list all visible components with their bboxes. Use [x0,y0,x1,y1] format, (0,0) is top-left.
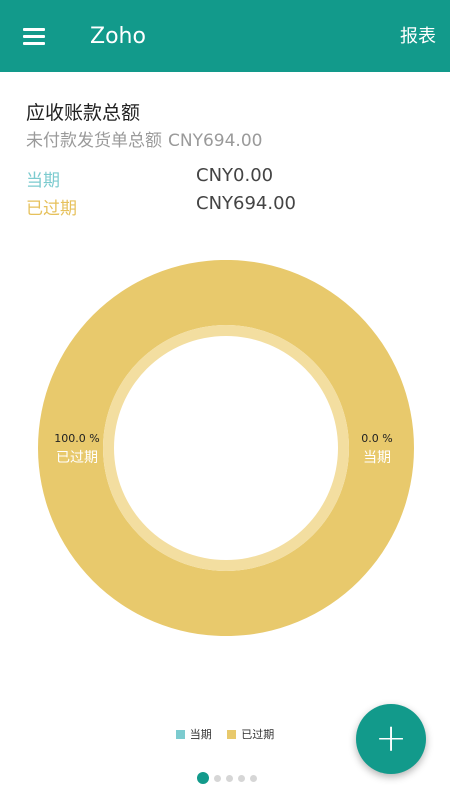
donut-chart[interactable]: 0.0 % 当期 100.0 % 已过期 [38,260,414,636]
legend-item-overdue: 已过期 [227,726,274,742]
add-button[interactable]: + [356,704,426,774]
unpaid-total-amount: CNY694.00 [168,131,263,151]
app-title: Zoho [90,24,146,49]
unpaid-total: 未付款发货单总额 CNY694.00 [26,126,262,151]
legend-swatch-current [175,729,185,739]
slice-name-label-1: 已过期 [56,450,98,466]
page-title: 应收账款总额 [26,102,141,124]
report-button[interactable]: 报表 [400,24,436,50]
slice-percent-label-0: 0.0 % [361,432,392,445]
slice-percent-label-1: 100.0 % [54,432,99,445]
current-value: CNY0.00 [196,165,274,186]
page-dot-2[interactable] [226,774,233,782]
donut-slice-1[interactable] [38,260,414,636]
overdue-label: 已过期 [26,199,77,219]
unpaid-total-label: 未付款发货单总额 [26,131,162,151]
page-dot-1[interactable] [214,774,221,782]
slice-name-label-0: 当期 [363,450,391,466]
legend-label-overdue: 已过期 [241,728,275,741]
page-indicator [197,772,262,784]
page-dot-3[interactable] [238,774,245,782]
menu-icon[interactable] [20,24,48,48]
current-label: 当期 [26,171,60,191]
page-dot-4[interactable] [250,774,257,782]
legend-label-current: 当期 [189,728,212,741]
app-bar: Zoho 报表 [0,0,450,72]
legend-item-current: 当期 [175,726,212,742]
legend-swatch-overdue [227,729,237,739]
overdue-value: CNY694.00 [196,193,297,214]
receivables-card: 应收账款总额 未付款发货单总额 CNY694.00 当期 CNY0.00 已过期 … [0,72,450,800]
donut-slice-highlight-1 [103,325,349,571]
page-dot-0[interactable] [197,772,209,784]
